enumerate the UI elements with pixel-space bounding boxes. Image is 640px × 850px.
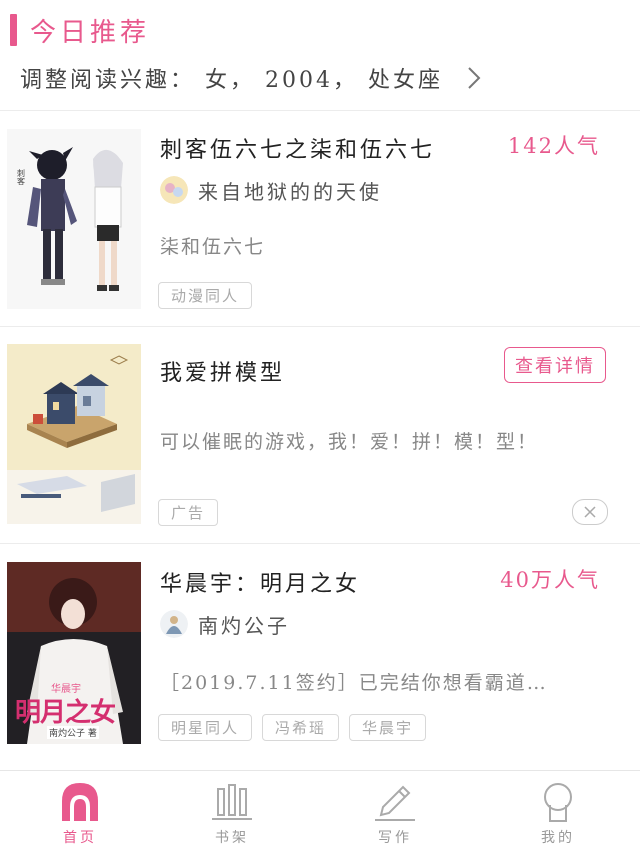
book-cover[interactable]: 华晨宇 明月之女 南灼公子 著 xyxy=(7,562,141,744)
author-name: 南灼公子 xyxy=(198,613,290,638)
tag[interactable]: 冯希瑶 xyxy=(262,714,340,741)
tab-label: 首页 xyxy=(63,830,97,846)
book-description: 柒和伍六七 xyxy=(160,236,266,258)
tab-label: 我的 xyxy=(541,830,575,846)
cover-author-text: 南灼公子 著 xyxy=(47,726,99,739)
book-card[interactable]: 刺客 刺客伍六七之柒和伍六七 142人气 来自地狱的的天使 柒和伍六七 动漫同人 xyxy=(0,112,640,326)
author-row[interactable]: 来自地狱的的天使 xyxy=(160,174,382,206)
book-title[interactable]: 刺客伍六七之柒和伍六七 xyxy=(160,132,435,164)
ad-description: 可以催眠的游戏，我！爱！拼！模！型！ xyxy=(160,431,539,453)
tab-label: 书架 xyxy=(215,830,249,846)
author-row[interactable]: 南灼公子 xyxy=(160,608,290,640)
tab-label: 写作 xyxy=(378,830,412,846)
tab-bookshelf[interactable]: 书架 xyxy=(152,771,312,850)
book-cover[interactable]: 刺客 xyxy=(7,129,141,309)
book-description: ［2019.7.11签约］已完结你想看霸道… xyxy=(160,672,548,694)
tag-list: 广告 xyxy=(158,499,219,526)
view-details-button[interactable]: 查看详情 xyxy=(504,347,606,383)
close-icon[interactable] xyxy=(572,499,608,525)
bottom-tab-bar: 首页 书架 写作 我的 xyxy=(0,770,640,850)
divider xyxy=(0,110,640,111)
tag[interactable]: 动漫同人 xyxy=(158,282,253,309)
tag-list: 明星同人 冯希瑶 华晨宇 xyxy=(158,714,427,741)
section-title: 今日推荐 xyxy=(30,18,151,48)
tag[interactable]: 华晨宇 xyxy=(349,714,427,741)
tag[interactable]: 明星同人 xyxy=(158,714,253,741)
avatar xyxy=(160,176,188,204)
home-icon xyxy=(60,781,100,823)
section-accent-bar xyxy=(10,14,17,46)
popularity-count: 142人气 xyxy=(507,134,600,158)
ad-label: 广告 xyxy=(158,499,219,526)
profile-icon xyxy=(538,781,578,823)
chevron-right-icon xyxy=(467,66,481,96)
reading-preferences-link[interactable]: 调整阅读兴趣： 女， 2004， 处女座 xyxy=(20,62,481,96)
cover-title-text: 明月之女 xyxy=(15,698,116,728)
tab-writing[interactable]: 写作 xyxy=(315,771,475,850)
pen-icon xyxy=(375,781,415,823)
avatar xyxy=(160,610,188,638)
ad-image[interactable] xyxy=(7,344,141,524)
tab-profile[interactable]: 我的 xyxy=(478,771,638,850)
author-name: 来自地狱的的天使 xyxy=(198,179,382,204)
svg-text:刺客: 刺客 xyxy=(17,169,26,186)
bookshelf-icon xyxy=(212,781,252,823)
reading-preferences-text: 调整阅读兴趣： 女， 2004， 处女座 xyxy=(20,68,443,93)
popularity-count: 40万人气 xyxy=(500,568,600,592)
tab-home[interactable]: 首页 xyxy=(0,771,160,850)
book-title[interactable]: 华晨宇：明月之女 xyxy=(160,566,360,598)
book-card[interactable]: 华晨宇 明月之女 南灼公子 著 华晨宇：明月之女 40万人气 南灼公子 ［201… xyxy=(0,544,640,766)
tag-list: 动漫同人 xyxy=(158,282,253,309)
ad-title[interactable]: 我爱拼模型 xyxy=(160,355,285,387)
ad-card[interactable]: 我爱拼模型 查看详情 可以催眠的游戏，我！爱！拼！模！型！ 广告 xyxy=(0,327,640,543)
header: 今日推荐 调整阅读兴趣： 女， 2004， 处女座 xyxy=(0,0,640,110)
